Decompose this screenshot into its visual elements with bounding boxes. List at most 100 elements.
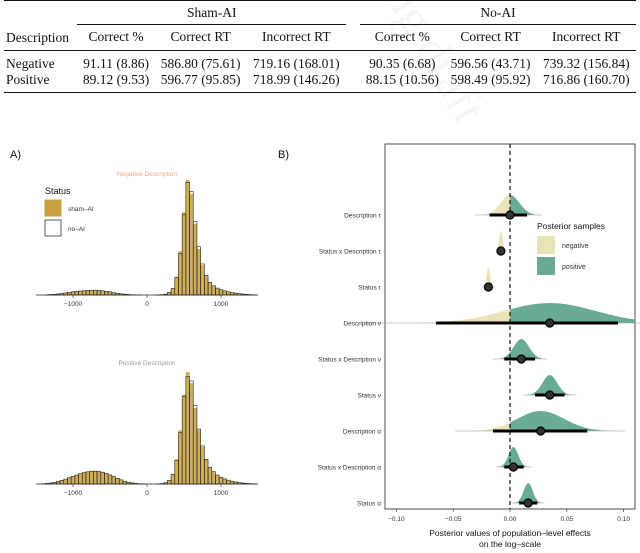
hist-bar-sham-ai: [104, 291, 109, 295]
y-axis-labels: Description τ Status x Description τ Statu…: [318, 213, 382, 508]
hist-bar-sham-ai: [196, 430, 201, 484]
hist-bar-sham-ai: [219, 289, 223, 295]
hist-bar-sham-ai: [71, 476, 75, 484]
hist-bar-sham-ai: [82, 290, 86, 295]
x-tick-label: 0.00: [504, 516, 517, 523]
hist-bar-sham-ai: [108, 474, 112, 484]
col-header: Description: [6, 29, 69, 45]
hist-bar-sham-ai: [78, 473, 83, 484]
hist-bar-sham-ai: [82, 472, 86, 484]
legend-swatch-no-ai: [44, 219, 62, 237]
posterior-densities: [385, 195, 635, 503]
table-row: Positive 89.12 (9.53) 596.77 (95.85) 718…: [4, 71, 636, 92]
point-estimate: [483, 282, 494, 292]
x-tick-label: 1000: [214, 301, 229, 308]
col-header: Correct RT: [170, 29, 231, 45]
hist-bar-sham-ai: [89, 471, 94, 484]
table-cell: 91.11 (8.86): [83, 55, 149, 71]
hist-bar-sham-ai: [171, 288, 175, 295]
hist-bar-sham-ai: [60, 480, 64, 484]
legend-label-no-ai: no–AI: [68, 226, 85, 233]
hist-bar-sham-ai: [178, 251, 183, 295]
hist-bar-sham-ai: [63, 479, 68, 484]
y-tick-label: Status x Description τ: [319, 249, 382, 256]
y-tick-label: Status τ: [358, 285, 381, 292]
x-tick-label: 0.10: [617, 516, 630, 523]
panel-label-a: A): [10, 149, 21, 161]
hist-bar-sham-ai: [100, 472, 105, 484]
point-estimate: [516, 354, 526, 364]
hist-bar-sham-ai: [122, 481, 127, 484]
hist-bar-sham-ai: [193, 223, 197, 295]
hist-bar-sham-ai: [100, 290, 105, 295]
table-cell: Negative: [6, 55, 55, 71]
histogram-positive: [41, 372, 257, 485]
x-axis-negative: −1000 0 1000: [36, 294, 258, 308]
subplot-title-positive: Positive Description: [118, 360, 175, 367]
summary-table: Sham-AI No-AI Description Correct % Corr…: [0, 0, 640, 93]
hist-bar-sham-ai: [193, 407, 197, 484]
legend-label-positive: positive: [562, 264, 586, 271]
hist-bar-sham-ai: [108, 291, 112, 295]
col-header: Correct %: [374, 29, 430, 45]
histogram-panel: A) Negative Description Positive Descrip…: [10, 149, 258, 497]
hist-bar-sham-ai: [104, 473, 109, 484]
legend-b: Posterior samples negative positive: [537, 221, 605, 275]
hist-bar-sham-ai: [97, 471, 101, 484]
col-header: Incorrect RT: [552, 29, 621, 45]
x-tick-label: −1000: [64, 301, 83, 308]
hist-bar-sham-ai: [97, 290, 101, 295]
hist-bar-sham-ai: [174, 459, 179, 484]
hist-bar-sham-ai: [74, 474, 79, 484]
point-estimate: [545, 318, 555, 328]
x-axis: −0.10 −0.05 0.00 0.05 0.10: [388, 509, 630, 523]
legend-swatch-positive: [537, 257, 555, 275]
x-axis-positive: −1000 0 1000: [36, 483, 258, 497]
table-cell: 598.49 (95.92): [450, 71, 531, 87]
subplot-title-negative: Negative Description: [117, 171, 177, 178]
x-tick-label: 1000: [214, 490, 229, 497]
hist-bar-sham-ai: [178, 430, 183, 484]
hist-bar-sham-ai: [208, 282, 212, 295]
hist-bar-sham-ai: [208, 467, 212, 484]
hist-bar-sham-ai: [182, 212, 186, 295]
x-tick-label: 0: [145, 301, 149, 308]
hist-bar-sham-ai: [171, 473, 175, 484]
hist-bar-sham-ai: [204, 275, 209, 295]
hist-bar-sham-ai: [189, 383, 194, 484]
table-cell: 586.80 (75.61): [160, 55, 241, 71]
hist-bar-sham-ai: [93, 471, 98, 484]
hist-bar-sham-ai: [89, 290, 94, 295]
legend-label-sham-ai: sham–AI: [68, 206, 94, 213]
hist-bar-sham-ai: [196, 249, 201, 295]
y-tick-label: Description α: [343, 429, 381, 436]
hist-bar-sham-ai: [174, 276, 179, 295]
hist-bar-sham-ai: [111, 476, 116, 484]
histogram-negative: [44, 180, 257, 296]
hist-bar-sham-ai: [226, 480, 231, 484]
table-cell: 596.56 (43.71): [450, 55, 531, 71]
posterior-intervals: [363, 210, 640, 508]
table-cell: 739.32 (156.84): [542, 55, 630, 71]
hist-bar-sham-ai: [119, 479, 123, 484]
point-estimate: [545, 390, 555, 400]
hist-bar-sham-ai: [189, 193, 194, 295]
y-tick-label: Description ν: [343, 321, 381, 328]
table-cell: 719.16 (168.01): [253, 55, 340, 71]
hist-bar-sham-ai: [67, 477, 72, 484]
hist-bar-sham-ai: [85, 471, 90, 484]
hist-bar-sham-ai: [211, 285, 216, 295]
x-tick-label: −1000: [64, 490, 83, 497]
y-tick-label: Status x Description ν: [318, 357, 381, 364]
hist-bar-sham-ai: [71, 291, 75, 295]
y-tick-label: Status x Description α: [318, 465, 382, 472]
y-tick-label: Status α: [357, 501, 381, 508]
legend-title: Posterior samples: [537, 221, 605, 231]
hist-bar-sham-ai: [215, 288, 220, 295]
group-header-no-ai: No-AI: [360, 0, 636, 25]
table-cell: 718.99 (146.26): [253, 71, 340, 87]
legend-label-negative: negative: [562, 243, 589, 250]
hist-bar-sham-ai: [74, 291, 79, 295]
table-cell: Positive: [6, 71, 50, 87]
legend-title: Status: [45, 186, 71, 196]
